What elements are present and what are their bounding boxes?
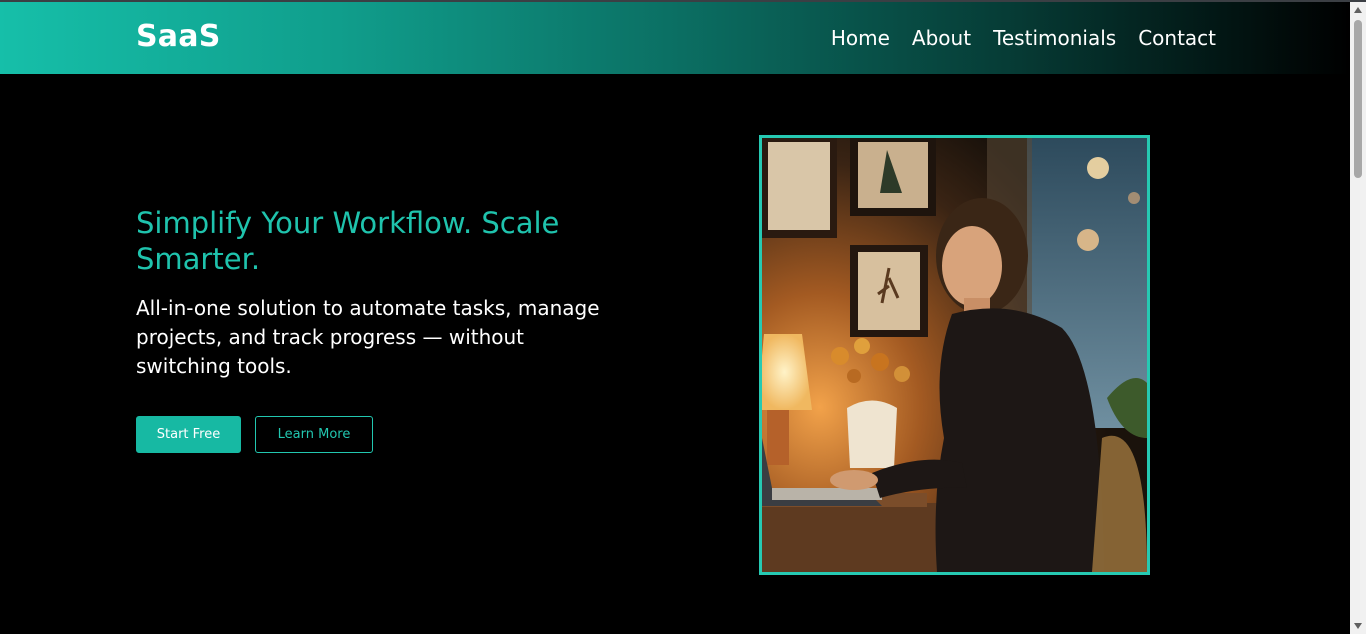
page-scrollbar[interactable] bbox=[1350, 2, 1366, 634]
nav-link-contact[interactable]: Contact bbox=[1138, 26, 1216, 50]
brand-logo[interactable]: SaaS bbox=[136, 19, 221, 54]
hero-title: Simplify Your Workflow. Scale Smarter. bbox=[136, 206, 560, 276]
nav-links: Home About Testimonials Contact bbox=[831, 26, 1216, 50]
nav-link-testimonials[interactable]: Testimonials bbox=[993, 26, 1116, 50]
hero-image bbox=[759, 135, 1150, 575]
triangle-up-icon[interactable] bbox=[1350, 2, 1366, 18]
nav-link-home[interactable]: Home bbox=[831, 26, 890, 50]
triangle-down-icon[interactable] bbox=[1350, 618, 1366, 634]
scrollbar-thumb[interactable] bbox=[1354, 20, 1362, 178]
learn-more-button[interactable]: Learn More bbox=[255, 416, 373, 453]
start-free-button[interactable]: Start Free bbox=[136, 416, 241, 453]
hero-subtitle: All-in-one solution to automate tasks, m… bbox=[136, 296, 600, 378]
woman-at-laptop-photo bbox=[762, 138, 1147, 572]
nav-link-about[interactable]: About bbox=[912, 26, 971, 50]
navbar: SaaS Home About Testimonials Contact bbox=[0, 2, 1350, 74]
